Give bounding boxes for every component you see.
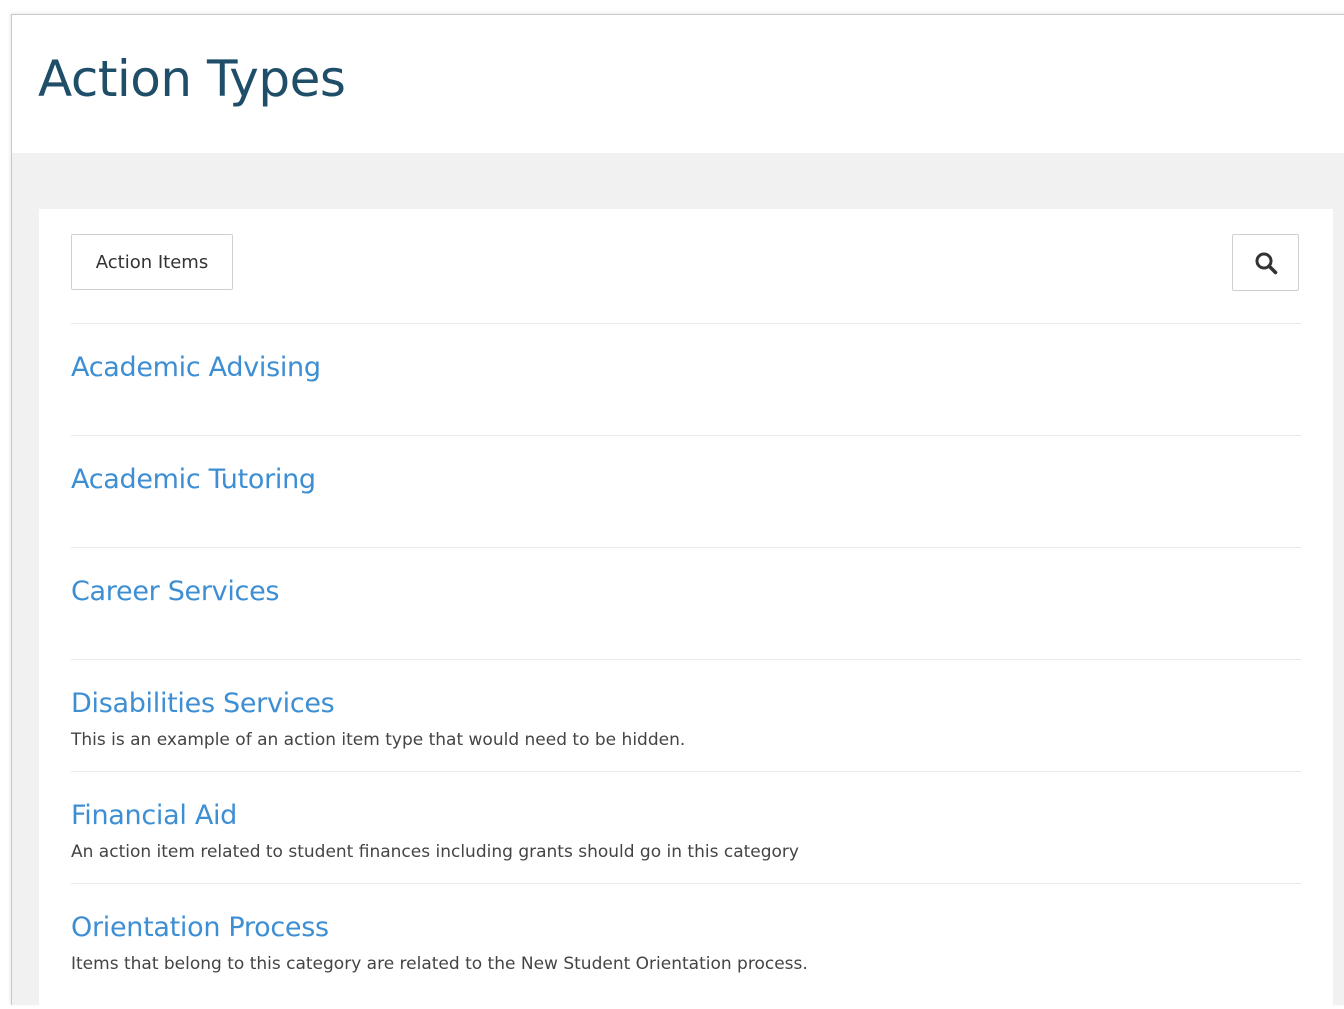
action-type-title-link[interactable]: Academic Tutoring (71, 464, 316, 496)
search-button[interactable] (1232, 234, 1299, 291)
action-type-description: This is an example of an action item typ… (71, 730, 686, 750)
list-item: Orientation Process Items that belong to… (71, 883, 1301, 995)
list-item: Financial Aid An action item related to … (71, 771, 1301, 883)
action-type-description: Items that belong to this category are r… (71, 954, 808, 974)
page-header: Action Types (12, 15, 1344, 153)
list-item: Disabilities Services This is an example… (71, 659, 1301, 771)
action-type-title-link[interactable]: Career Services (71, 576, 279, 608)
list-item: Career Services (71, 547, 1301, 659)
action-types-list: Academic Advising Academic Tutoring Care… (71, 323, 1301, 995)
action-type-title-link[interactable]: Disabilities Services (71, 688, 335, 720)
action-type-description: An action item related to student financ… (71, 842, 799, 862)
search-icon (1254, 251, 1278, 275)
action-type-title-link[interactable]: Academic Advising (71, 352, 321, 384)
action-types-panel: Action Items Academic Advising Academic … (39, 209, 1333, 1009)
list-item: Academic Advising (71, 323, 1301, 435)
page-title: Action Types (38, 50, 346, 108)
list-item: Academic Tutoring (71, 435, 1301, 547)
action-type-title-link[interactable]: Orientation Process (71, 912, 329, 944)
action-type-title-link[interactable]: Financial Aid (71, 800, 237, 832)
page-frame: Action Types Action Items Academic Advis… (11, 14, 1344, 1009)
action-items-filter-button[interactable]: Action Items (71, 234, 233, 290)
